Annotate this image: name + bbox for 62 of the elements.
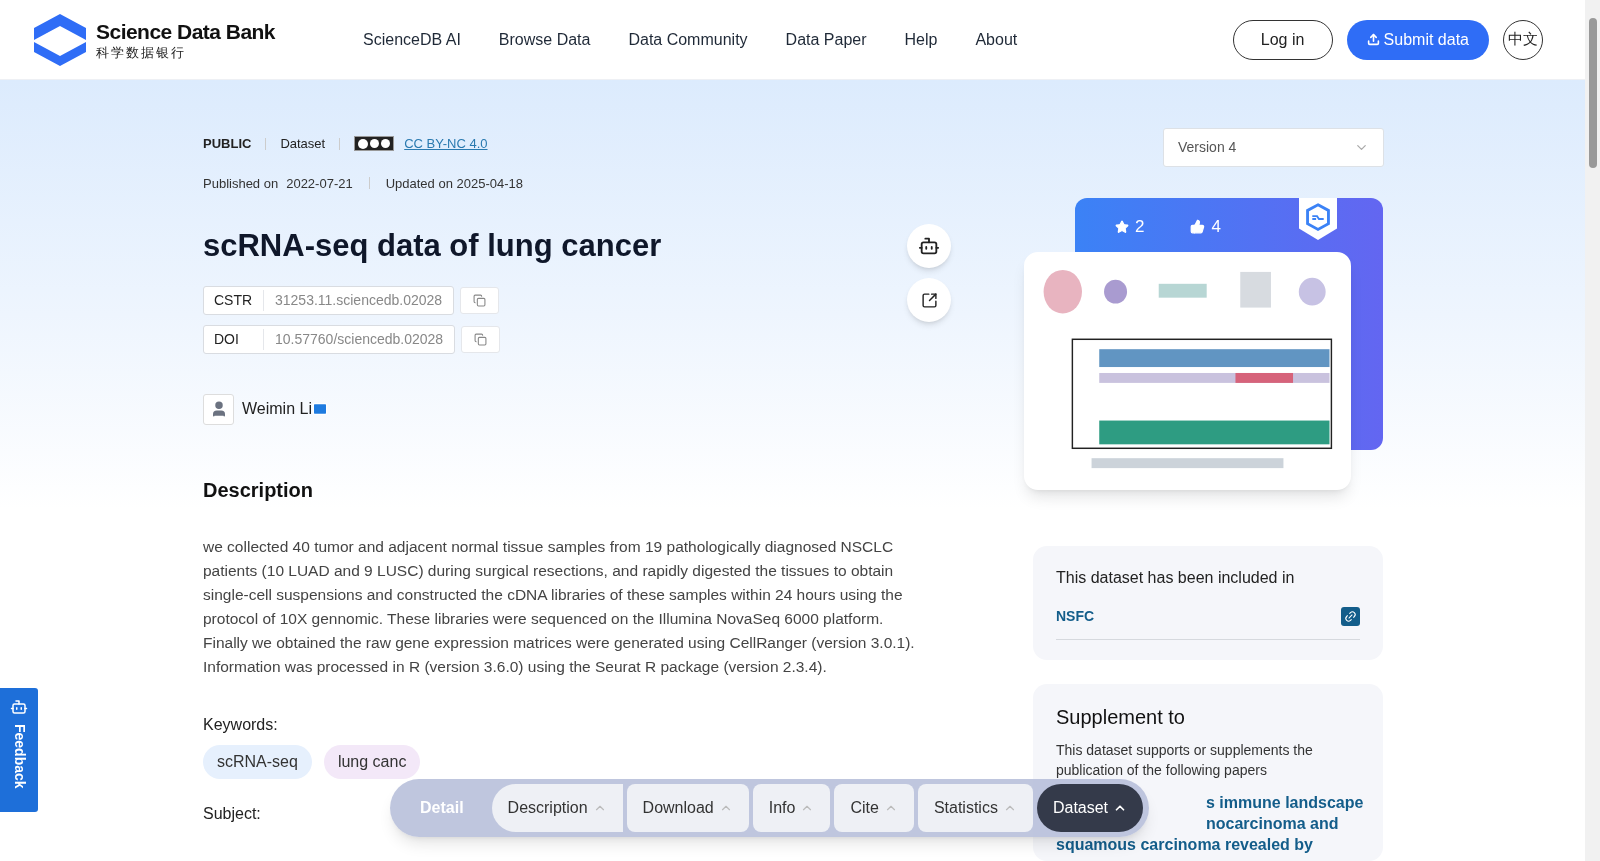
star-count: 2 <box>1135 216 1145 238</box>
avatar-icon <box>203 393 234 425</box>
nav-link[interactable]: About <box>975 27 1018 52</box>
paper-title-link[interactable]: squamous carcinoma revealed by <box>1056 834 1313 855</box>
star-icon[interactable] <box>1115 219 1129 234</box>
copy-icon <box>473 293 487 307</box>
feedback-icon <box>10 698 28 716</box>
badge-icon <box>1299 198 1337 240</box>
keywords-label: Keywords: <box>203 714 279 735</box>
detail-label: Detail <box>419 798 465 818</box>
access-label: PUBLIC <box>203 135 252 153</box>
identifier-field: DOI 10.57760/sciencedb.02028 <box>203 324 456 354</box>
copy-button[interactable] <box>461 325 501 353</box>
section-tab[interactable]: Info <box>752 784 831 832</box>
supplement-heading: Supplement to <box>1056 705 1186 730</box>
section-tab[interactable]: Description <box>491 784 623 832</box>
dataset-title: scRNA-seq data of lung cancer <box>203 227 663 265</box>
published-date: 2022-07-21 <box>286 174 353 193</box>
author-name[interactable]: Weimin Li <box>242 397 312 422</box>
published-label: Published on <box>203 174 279 193</box>
section-tab[interactable]: Cite <box>834 784 914 832</box>
type-label: Dataset <box>280 135 326 153</box>
like-count: 4 <box>1211 216 1221 238</box>
paper-title-link[interactable]: s immune landscape <box>1206 792 1364 813</box>
included-heading: This dataset has been included in <box>1056 568 1296 588</box>
logo-icon[interactable] <box>32 11 88 68</box>
cc-license-icon <box>354 136 395 152</box>
link-icon[interactable] <box>1341 607 1360 626</box>
section-tab[interactable]: Statistics <box>917 784 1033 832</box>
copy-button[interactable] <box>460 286 500 314</box>
upload-icon <box>1366 33 1380 46</box>
thumbs-up-icon[interactable] <box>1190 219 1206 235</box>
logo-title: Science Data Bank <box>96 20 275 42</box>
version-select[interactable]: Version 4 <box>1163 128 1384 167</box>
keyword-tag[interactable]: scRNA-seq <box>203 744 312 779</box>
identifier-field: CSTR 31253.11.sciencedb.02028 <box>203 285 455 315</box>
copy-icon <box>474 332 488 346</box>
submit-data-button[interactable]: Submit data <box>1346 19 1489 60</box>
description-text: we collected 40 tumor and adjacent normal tissue samples from 19 pathologically diagnosed NSCLC patients (10 LUAD and 9 LUSC) during surgical resections, and rapidly digested the tissues to obtain single-cell suspensions and constructed the cDNA libraries of these samples within 24 hours using the protocol of 10X gennomic. These libraries were sequenced on the Illumina NovaSeq 6000 platform. Finally we obtained the raw gene expression matrices were generated using CellRanger (version 3.0.1). Information was processed in R (version 3.6.0) using the Seurat R package (version 2.3.4). <box>203 536 916 677</box>
nav-link[interactable]: Data Paper <box>785 27 867 52</box>
robot-icon <box>918 235 940 257</box>
subject-label: Subject: <box>203 804 261 823</box>
logo-subtitle: 科学数据银行 <box>96 45 187 59</box>
keyword-tag[interactable]: lung canc <box>323 744 421 779</box>
ai-assistant-button[interactable] <box>907 224 951 268</box>
section-heading: Description <box>203 477 315 503</box>
section-tab[interactable]: Download <box>626 784 749 832</box>
updated-date: Updated on 2025-04-18 <box>385 174 523 193</box>
nav-link[interactable]: Browse Data <box>498 27 591 52</box>
nav-link[interactable]: ScienceDB AI <box>363 27 461 52</box>
scrollbar[interactable] <box>1585 0 1600 861</box>
section-tab[interactable]: Dataset <box>1036 784 1144 832</box>
feedback-tab[interactable]: Feedback <box>0 688 38 812</box>
supplement-text: This dataset supports or supplements the publication of the following papers <box>1056 741 1314 780</box>
nav-link[interactable]: Help <box>904 27 938 52</box>
share-button[interactable] <box>907 278 951 322</box>
share-icon <box>920 291 938 309</box>
mail-icon[interactable] <box>311 401 328 418</box>
license-link[interactable]: CC BY-NC 4.0 <box>404 134 488 154</box>
paper-title-link[interactable]: nocarcinoma and <box>1206 813 1339 834</box>
nav-link[interactable]: Data Community <box>628 27 748 52</box>
collection-link[interactable]: NSFC <box>1056 606 1095 627</box>
